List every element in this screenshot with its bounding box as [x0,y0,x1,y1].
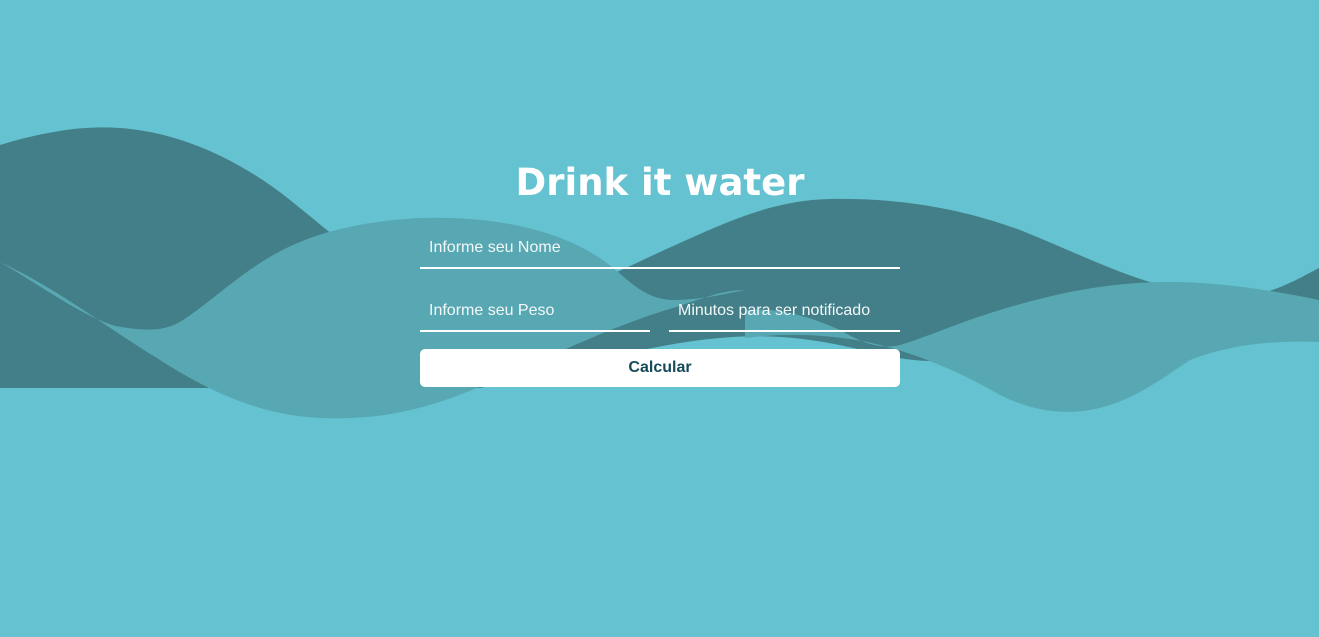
calculate-button[interactable]: Calcular [420,349,900,387]
weight-minutes-row [420,292,900,332]
calculator-form: Drink it water Calcular [420,160,900,387]
weight-input[interactable] [420,292,650,332]
name-input[interactable] [420,229,900,269]
minutes-input[interactable] [669,292,900,332]
app-title: Drink it water [515,161,805,204]
